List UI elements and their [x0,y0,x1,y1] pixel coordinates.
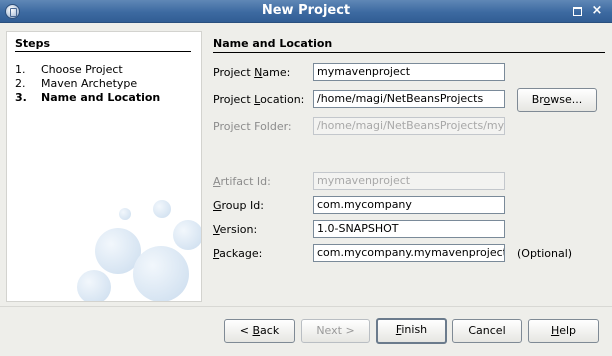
group-id-input[interactable]: com.mycompany [313,196,505,214]
group-id-label: Group Id: [213,199,264,212]
step-maven-archetype: 2. Maven Archetype [15,77,195,90]
step-number: 1. [15,63,26,76]
project-folder-input: /home/magi/NetBeansProjects/my [313,117,505,135]
step-label: Maven Archetype [41,77,138,90]
back-button[interactable]: < Back [224,319,295,343]
step-name-and-location: 3. Name and Location [15,91,195,104]
step-choose-project: 1. Choose Project [15,63,195,76]
close-icon[interactable]: × [590,4,604,18]
project-name-label: Project Name: [213,66,291,79]
package-input[interactable]: com.mycompany.mymavenproject [313,244,505,262]
browse-button[interactable]: Browse... [517,88,597,112]
step-number: 2. [15,77,26,90]
steps-title: Steps [15,37,51,50]
project-name-input[interactable]: mymavenproject [313,63,505,81]
cancel-button[interactable]: Cancel [452,319,522,343]
window-title: New Project [261,3,351,18]
section-divider [213,52,605,53]
decorative-bubble [133,246,189,301]
package-label: Package: [213,247,263,260]
project-folder-label: Project Folder: [213,120,292,133]
decorative-bubble [173,220,201,250]
help-button[interactable]: Help [528,319,599,343]
step-label: Name and Location [41,91,161,104]
project-location-label: Project Location: [213,93,305,106]
step-label: Choose Project [41,63,123,76]
artifact-id-input: mymavenproject [313,172,505,190]
button-bar-separator [0,306,612,307]
decorative-bubble [119,208,131,220]
project-location-input[interactable]: /home/magi/NetBeansProjects [313,90,505,108]
steps-divider [15,51,191,52]
decorative-bubble [77,270,111,301]
package-optional-note: (Optional) [517,247,573,260]
finish-button[interactable]: Finish [376,318,447,344]
next-button[interactable]: Next > [301,319,370,343]
steps-panel: Steps 1. Choose Project 2. Maven Archetype… [6,31,202,302]
maximize-icon[interactable] [570,4,584,18]
section-title: Name and Location [213,37,333,50]
version-input[interactable]: 1.0-SNAPSHOT [313,220,505,238]
decorative-bubble [153,200,171,218]
version-label: Version: [213,223,258,236]
artifact-id-label: Artifact Id: [213,175,271,188]
step-number: 3. [15,91,27,104]
